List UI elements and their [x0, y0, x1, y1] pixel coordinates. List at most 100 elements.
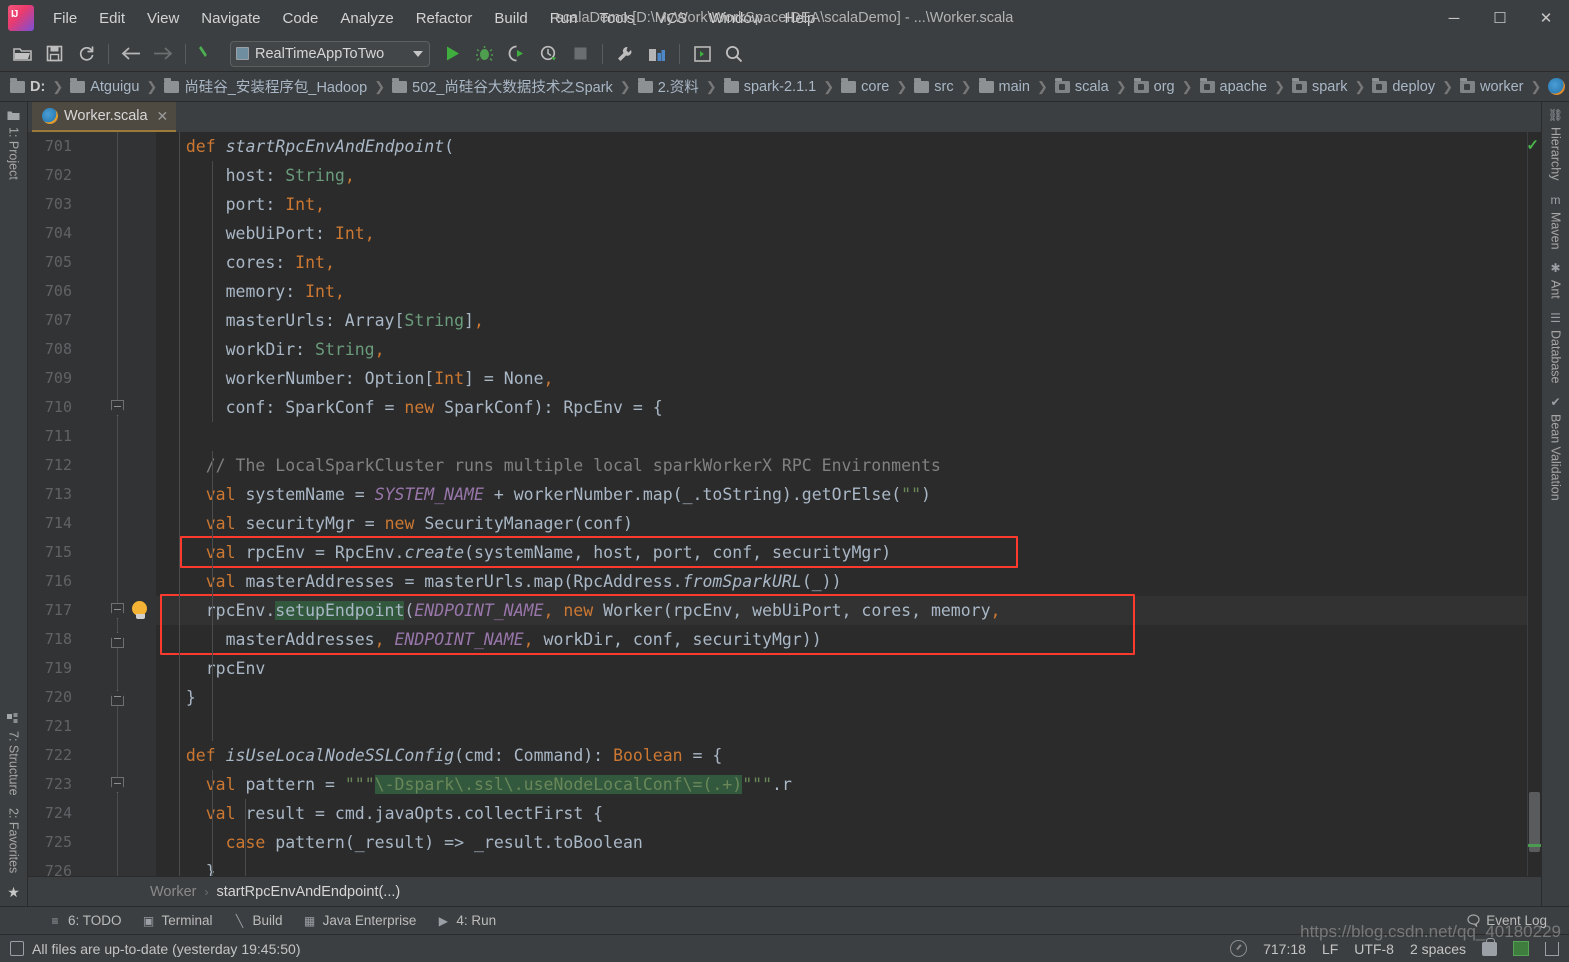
- menu-item-analyze[interactable]: Analyze: [329, 7, 404, 30]
- code-line[interactable]: host: String,: [156, 161, 1527, 190]
- stop-icon[interactable]: [565, 40, 595, 68]
- breadcrumb-item-D[interactable]: D:: [10, 77, 45, 95]
- code-line[interactable]: val securityMgr = new SecurityManager(co…: [156, 509, 1527, 538]
- code-line[interactable]: }: [156, 857, 1527, 876]
- code-line[interactable]: def startRpcEnvAndEndpoint(: [156, 132, 1527, 161]
- breadcrumb-item-Hadoop[interactable]: 尚硅谷_安装程序包_Hadoop: [164, 76, 367, 97]
- code-line[interactable]: val masterAddresses = masterUrls.map(Rpc…: [156, 567, 1527, 596]
- sidebar-item-database[interactable]: ☰ Database: [1549, 305, 1563, 390]
- breadcrumb-item-2.[interactable]: 2.资料: [637, 76, 699, 97]
- close-button[interactable]: ✕: [1523, 0, 1569, 36]
- code-line[interactable]: case pattern(_result) => _result.toBoole…: [156, 828, 1527, 857]
- code-line[interactable]: memory: Int,: [156, 277, 1527, 306]
- sidebar-item-bean-validation[interactable]: ✔ Bean Validation: [1549, 389, 1563, 507]
- file-encoding[interactable]: UTF-8: [1354, 941, 1394, 957]
- menu-item-view[interactable]: View: [136, 7, 190, 30]
- profile-icon[interactable]: [533, 40, 563, 68]
- toolwindow-terminal[interactable]: ▣ Terminal: [132, 911, 223, 930]
- code-line[interactable]: workDir: String,: [156, 335, 1527, 364]
- compile-hammer-icon[interactable]: [193, 40, 223, 68]
- code-line[interactable]: masterUrls: Array[String],: [156, 306, 1527, 335]
- menu-item-run[interactable]: Run: [539, 7, 589, 30]
- code-line[interactable]: cores: Int,: [156, 248, 1527, 277]
- editor-scrollbar-thumb[interactable]: [1529, 792, 1540, 852]
- code-line[interactable]: port: Int,: [156, 190, 1527, 219]
- code-line[interactable]: conf: SparkConf = new SparkConf): RpcEnv…: [156, 393, 1527, 422]
- memory-indicator[interactable]: [1513, 941, 1529, 956]
- intention-bulb-icon[interactable]: [132, 601, 149, 620]
- path-breadcrumb[interactable]: D: ❯ Atguigu ❯ 尚硅谷_安装程序包_Hadoop ❯ 502_尚硅谷大数据技术…: [0, 72, 1569, 102]
- back-icon[interactable]: [116, 40, 146, 68]
- menu-item-navigate[interactable]: Navigate: [190, 7, 271, 30]
- toolwindow-build[interactable]: ╲ Build: [223, 911, 293, 930]
- maximize-button[interactable]: ☐: [1477, 0, 1523, 36]
- debug-icon[interactable]: [469, 40, 499, 68]
- sdk-manager-icon[interactable]: [687, 40, 717, 68]
- context-breadcrumb[interactable]: Worker › startRpcEnvAndEndpoint(...): [28, 876, 1541, 906]
- editor-gutter[interactable]: 701 702 703 704 705 706 707 708 709 710 711 712 713 7…: [28, 132, 156, 880]
- run-icon[interactable]: [437, 40, 467, 68]
- forward-icon[interactable]: [148, 40, 178, 68]
- breadcrumb-item-Atguigu[interactable]: Atguigu: [70, 77, 139, 95]
- sidebar-item-project[interactable]: 1: Project: [7, 102, 21, 186]
- save-all-icon[interactable]: [39, 40, 69, 68]
- sidebar-item-ant[interactable]: ✱ Ant: [1549, 255, 1563, 305]
- caret-position[interactable]: 717:18: [1263, 941, 1306, 957]
- menu-item-vcs[interactable]: VCS: [645, 7, 698, 30]
- sidebar-item-maven[interactable]: m Maven: [1549, 187, 1563, 256]
- menu-item-file[interactable]: File: [42, 7, 88, 30]
- breadcrumb-item-scala[interactable]: scala: [1054, 77, 1109, 95]
- line-separator[interactable]: LF: [1322, 941, 1338, 957]
- toolwindow-java-enterprise[interactable]: ▦ Java Enterprise: [293, 911, 427, 930]
- chevron-down-icon[interactable]: [413, 50, 423, 57]
- code-line[interactable]: rpcEnv: [156, 654, 1527, 683]
- minimize-button[interactable]: ─: [1431, 0, 1477, 36]
- menu-item-help[interactable]: Help: [774, 7, 827, 30]
- menu-item-tools[interactable]: Tools: [588, 7, 645, 30]
- menu-item-build[interactable]: Build: [483, 7, 538, 30]
- sidebar-item-structure[interactable]: 7: Structure: [7, 706, 21, 802]
- menu-item-refactor[interactable]: Refactor: [405, 7, 484, 30]
- menu-item-window[interactable]: Window: [698, 7, 773, 30]
- read-only-lock-icon[interactable]: [1482, 937, 1497, 956]
- power-save-icon[interactable]: [1230, 940, 1248, 957]
- code-line[interactable]: val result = cmd.javaOpts.collectFirst {: [156, 799, 1527, 828]
- open-folder-icon[interactable]: [7, 40, 37, 68]
- breadcrumb-item-spark-2.1.1[interactable]: spark-2.1.1: [723, 77, 816, 95]
- code-line[interactable]: // The LocalSparkCluster runs multiple l…: [156, 451, 1527, 480]
- code-line[interactable]: [156, 712, 1527, 741]
- toolwindow-event-log[interactable]: Event Log: [1456, 911, 1557, 930]
- code-line[interactable]: val systemName = SYSTEM_NAME + workerNum…: [156, 480, 1527, 509]
- code-line[interactable]: def isUseLocalNodeSSLConfig(cmd: Command…: [156, 741, 1527, 770]
- toolwindow-4-run[interactable]: ▶ 4: Run: [426, 911, 506, 930]
- context-method[interactable]: startRpcEnvAndEndpoint(...): [216, 884, 400, 900]
- sidebar-item-hierarchy[interactable]: ⛓ Hierarchy: [1548, 102, 1563, 187]
- close-icon[interactable]: ✕: [157, 108, 169, 125]
- search-everywhere-icon[interactable]: [719, 40, 749, 68]
- sync-icon[interactable]: [71, 40, 101, 68]
- breadcrumb-item-502Spark[interactable]: 502_尚硅谷大数据技术之Spark: [392, 76, 613, 97]
- code-content[interactable]: def startRpcEnvAndEndpoint( host: String…: [156, 132, 1527, 876]
- indent-setting[interactable]: 2 spaces: [1410, 941, 1466, 957]
- tab-worker-scala[interactable]: Worker.scala ✕: [32, 102, 177, 132]
- code-line[interactable]: [156, 422, 1527, 451]
- breadcrumb-item-org[interactable]: org: [1133, 77, 1175, 95]
- breadcrumb-item-core[interactable]: core: [841, 77, 889, 95]
- breadcrumb-item-deploy[interactable]: deploy: [1372, 77, 1435, 95]
- code-editor[interactable]: 701 702 703 704 705 706 707 708 709 710 711 712 713 7…: [28, 132, 1541, 880]
- toolwindow-6-todo[interactable]: ≡ 6: TODO: [38, 911, 132, 930]
- run-with-coverage-icon[interactable]: [501, 40, 531, 68]
- menu-item-code[interactable]: Code: [271, 7, 329, 30]
- context-class[interactable]: Worker: [150, 884, 196, 900]
- breadcrumb-item-spark[interactable]: spark: [1291, 77, 1347, 95]
- breadcrumb-item-apache[interactable]: apache: [1199, 77, 1267, 95]
- sidebar-item-favorites[interactable]: 2: Favorites: [7, 802, 21, 879]
- code-line[interactable]: masterAddresses, ENDPOINT_NAME, workDir,…: [156, 625, 1527, 654]
- menu-item-edit[interactable]: Edit: [88, 7, 136, 30]
- project-structure-icon[interactable]: [642, 40, 672, 68]
- breadcrumb-item-worker[interactable]: worker: [1460, 77, 1524, 95]
- code-line[interactable]: val rpcEnv = RpcEnv.create(systemName, h…: [156, 538, 1527, 567]
- error-stripe-markers[interactable]: ✓: [1526, 132, 1541, 876]
- breadcrumb-item-main[interactable]: main: [978, 77, 1030, 95]
- breadcrumb-item-src[interactable]: src: [914, 77, 954, 95]
